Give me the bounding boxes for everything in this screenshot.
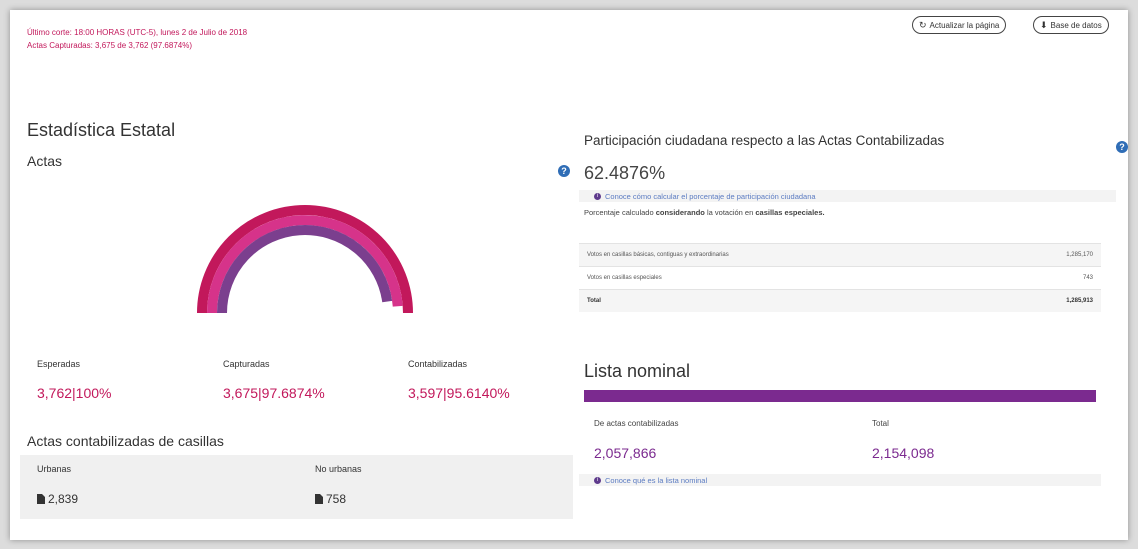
contabilizadas-label: Contabilizadas [408,359,468,369]
info-icon: i [594,477,601,484]
no-urbanas-label: No urbanas [315,464,362,474]
actas-arc-chart [197,205,413,314]
de-actas-value: 2,057,866 [594,445,657,461]
help-icon[interactable]: ? [1116,141,1128,153]
casillas-box [20,455,573,519]
urbanas-value: 2,839 [37,492,78,506]
last-update-text: Último corte: 18:00 HORAS (UTC-5), lunes… [27,28,248,37]
total-value: 2,154,098 [872,445,935,461]
refresh-page-button[interactable]: ↻ Actualizar la página [912,16,1007,34]
participation-title: Participación ciudadana respecto a las A… [584,133,945,148]
participation-note: Porcentaje calculado considerando la vot… [584,208,825,217]
contabilizadas-value: 3,597|95.6140% [408,385,510,401]
actas-captured-text: Actas Capturadas: 3,675 de 3,762 (97.687… [27,41,192,50]
participation-percent: 62.4876% [584,163,666,183]
capturadas-value: 3,675|97.6874% [223,385,325,401]
capturadas-label: Capturadas [223,359,270,369]
casillas-title: Actas contabilizadas de casillas [27,433,224,449]
table-row: Votos en casillas básicas, contiguas y e… [579,243,1101,267]
note-pre: Porcentaje calculado [584,208,656,217]
help-icon[interactable]: ? [558,165,570,177]
lista-nominal-bar [584,390,1096,402]
row-label: Votos en casillas especiales [579,266,1015,290]
database-label: Base de datos [1050,20,1102,30]
row-value: 1,285,913 [1015,289,1101,312]
participation-info-link[interactable]: i Conoce cómo calcular el porcentaje de … [594,192,816,201]
total-label: Total [872,419,889,428]
row-value: 1,285,170 [1015,243,1101,267]
de-actas-label: De actas contabilizadas [594,419,679,428]
note-bold-considerando: considerando [655,208,705,217]
votes-table: Votos en casillas básicas, contiguas y e… [579,243,1101,312]
actas-title: Actas [27,153,63,169]
table-row: Votos en casillas especiales 743 [579,266,1101,290]
lista-info-text: Conoce qué es la lista nominal [605,476,708,485]
note-bold-casillas: casillas especiales. [755,208,825,217]
urbanas-number: 2,839 [48,492,79,506]
participation-info-text: Conoce cómo calcular el porcentaje de pa… [605,192,816,201]
esperadas-value: 3,762|100% [37,385,112,401]
no-urbanas-value: 758 [315,492,346,506]
refresh-icon: ↻ [919,19,927,30]
urbanas-label: Urbanas [37,464,72,474]
database-button[interactable]: ⬇ Base de datos [1033,16,1109,34]
row-label: Votos en casillas básicas, contiguas y e… [579,243,1015,267]
note-mid: la votación en [704,208,756,217]
state-statistics-title: Estadística Estatal [27,120,176,140]
document-icon [315,494,323,504]
no-urbanas-number: 758 [326,492,347,506]
lista-nominal-title: Lista nominal [584,361,691,381]
refresh-page-label: Actualizar la página [929,20,1000,30]
row-value: 743 [1015,266,1101,290]
esperadas-label: Esperadas [37,359,81,369]
lista-info-link[interactable]: i Conoce qué es la lista nominal [594,476,707,485]
info-icon: i [594,193,601,200]
download-icon: ⬇ [1040,19,1048,30]
row-label: Total [579,289,1015,312]
table-row-total: Total 1,285,913 [579,289,1101,312]
document-icon [37,494,45,504]
